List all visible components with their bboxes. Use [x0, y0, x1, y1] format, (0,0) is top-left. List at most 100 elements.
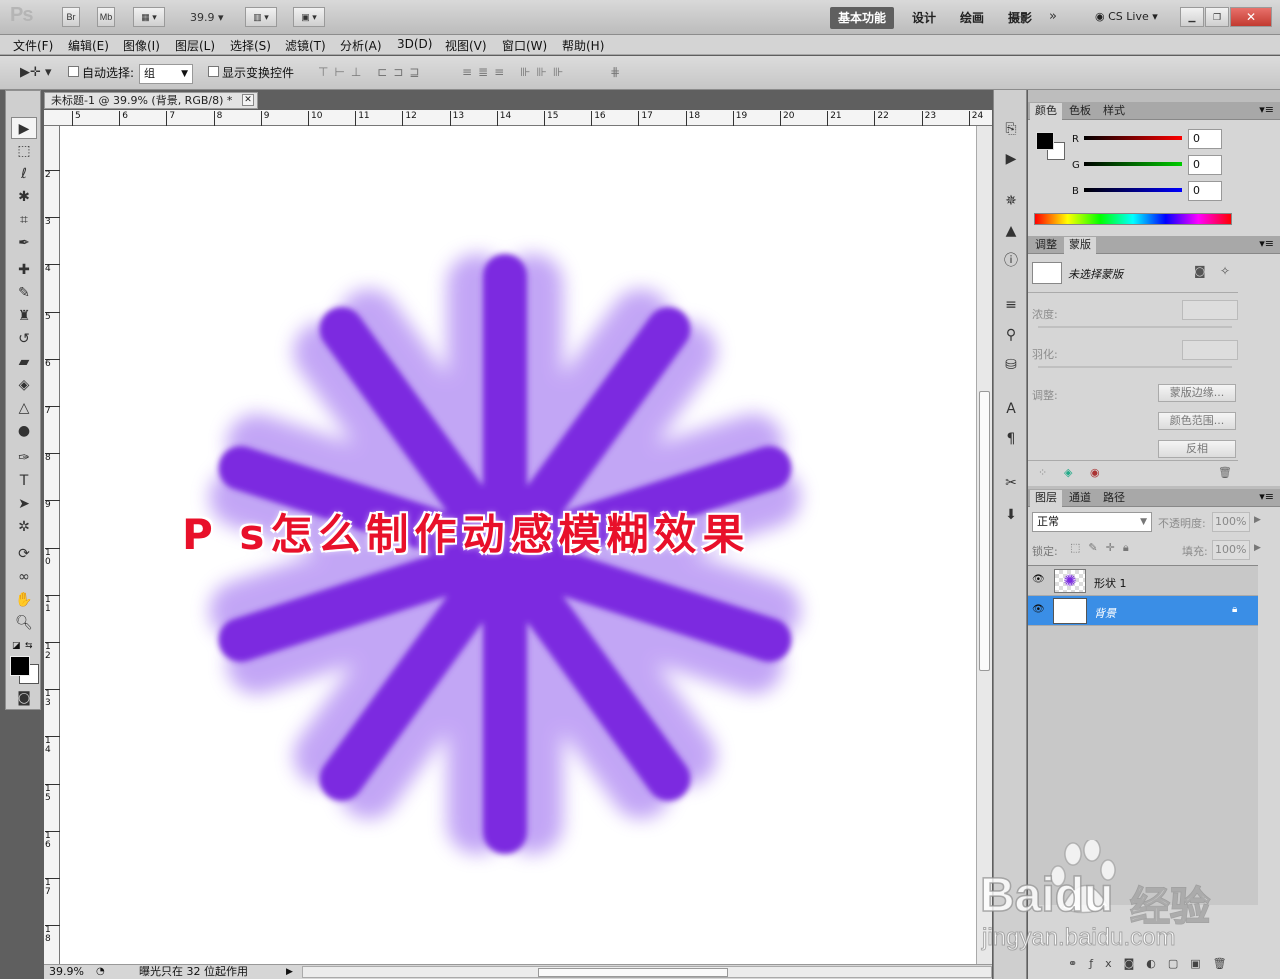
delete-mask-icon[interactable]: 🗑︎	[1218, 466, 1232, 479]
move-tool-icon[interactable]: ▶	[11, 117, 37, 139]
marquee-tool-icon[interactable]: ⬚	[11, 140, 37, 162]
menu-help[interactable]: 帮助(H)	[562, 37, 604, 54]
color-fg-swatch[interactable]	[1036, 132, 1054, 150]
menu-image[interactable]: 图像(I)	[123, 37, 160, 54]
foreground-color-swatch[interactable]	[10, 656, 30, 676]
workspace-painting[interactable]: 绘画	[952, 7, 992, 29]
vertical-ruler[interactable]: 2 3 4 5 6 7 8 9 1 0 1 1 1 2 1 3 1 4 1 5 1 6 1 7 1 8	[44, 126, 60, 964]
color-range-button[interactable]: 颜色范围...	[1158, 412, 1236, 430]
tab-channels[interactable]: 通道	[1064, 490, 1096, 507]
blur-tool-icon[interactable]: △	[11, 397, 37, 419]
menu-file[interactable]: 文件(F)	[13, 37, 53, 54]
history-icon[interactable]: ⎘	[1000, 118, 1022, 140]
document-canvas[interactable]: P s怎么制作动感模糊效果	[60, 126, 976, 964]
minibridge-button[interactable]: Mb	[97, 7, 115, 27]
vector-mask-icon[interactable]: ✧	[1220, 264, 1230, 278]
zoom-display[interactable]: 39.9 ▾	[190, 11, 224, 24]
default-colors-icon[interactable]: ◪	[12, 641, 24, 653]
vertical-scrollbar[interactable]	[976, 126, 992, 964]
menu-filter[interactable]: 滤镜(T)	[285, 37, 326, 54]
menu-edit[interactable]: 编辑(E)	[68, 37, 109, 54]
close-document-icon[interactable]: ✕	[242, 94, 254, 106]
dodge-tool-icon[interactable]: ●	[11, 420, 37, 442]
hand-tool-icon[interactable]: ✋	[11, 589, 37, 611]
layer-visibility-icon[interactable]: 👁︎	[1032, 574, 1045, 585]
document-tab[interactable]: 未标题-1 @ 39.9% (背景, RGB/8) * ✕	[44, 92, 258, 109]
invert-button[interactable]: 反相	[1158, 440, 1236, 458]
healing-brush-tool-icon[interactable]: ✚	[11, 259, 37, 281]
auto-select-checkbox[interactable]	[68, 66, 79, 77]
tab-layers[interactable]: 图层	[1030, 490, 1062, 507]
b-value[interactable]: 0	[1188, 181, 1222, 201]
restore-button[interactable]: ❐	[1205, 7, 1229, 27]
tab-paths[interactable]: 路径	[1098, 490, 1130, 507]
workspace-design[interactable]: 设计	[904, 7, 944, 29]
r-slider[interactable]	[1084, 136, 1182, 140]
workspace-photography[interactable]: 摄影	[1000, 7, 1040, 29]
bridge-button[interactable]: Br	[62, 7, 80, 27]
layer-comps-icon[interactable]: ⬇	[1000, 504, 1022, 526]
actions-icon[interactable]: ▶	[1000, 148, 1022, 170]
screen-mode-button[interactable]: ▣ ▾	[293, 7, 325, 27]
quick-select-tool-icon[interactable]: ✱	[11, 186, 37, 208]
r-value[interactable]: 0	[1188, 129, 1222, 149]
disable-mask-icon[interactable]: ◉	[1090, 466, 1100, 479]
horizontal-ruler[interactable]: 5 6 7 8 9 10 11 12 13 14 15 16 17 18 19 20 21 22 23 24	[44, 110, 992, 126]
shape-tool-icon[interactable]: ✲	[11, 516, 37, 538]
brushes-icon[interactable]: ⚲	[1000, 324, 1022, 346]
horizontal-scroll-thumb[interactable]	[538, 968, 728, 977]
tab-color[interactable]: 颜色	[1030, 103, 1062, 120]
g-slider[interactable]	[1084, 162, 1182, 166]
menu-select[interactable]: 选择(S)	[230, 37, 271, 54]
horizontal-scrollbar[interactable]	[302, 966, 992, 978]
arrange-docs-button[interactable]: ▥ ▾	[245, 7, 277, 27]
minimize-button[interactable]: ▁	[1180, 7, 1204, 27]
feather-slider[interactable]	[1038, 366, 1232, 368]
history-brush-tool-icon[interactable]: ↺	[11, 328, 37, 350]
lasso-tool-icon[interactable]: ℓ	[11, 163, 37, 185]
swap-colors-icon[interactable]: ⇆	[25, 641, 37, 653]
clone-stamp-tool-icon[interactable]: ♜	[11, 305, 37, 327]
paragraph-icon[interactable]: ¶	[1000, 428, 1022, 450]
color-panel-menu-icon[interactable]: ▾≡	[1259, 103, 1274, 116]
menu-3d[interactable]: 3D(D)	[397, 37, 432, 51]
brush-tool-icon[interactable]: ✎	[11, 282, 37, 304]
character-icon[interactable]: A	[1000, 398, 1022, 420]
menu-layer[interactable]: 图层(L)	[175, 37, 215, 54]
type-tool-icon[interactable]: T	[11, 470, 37, 492]
auto-select-dropdown[interactable]: 组 ▼	[139, 64, 193, 84]
vertical-scroll-thumb[interactable]	[979, 391, 990, 671]
apply-mask-icon[interactable]: ◈	[1064, 466, 1072, 479]
auto-align-icon[interactable]: ⋕	[610, 65, 620, 79]
tab-adjustments[interactable]: 调整	[1030, 237, 1062, 254]
b-slider[interactable]	[1084, 188, 1182, 192]
align-icons[interactable]: ⊤⊢⊥ ⊏⊐⊒	[318, 65, 425, 79]
cs-live-button[interactable]: ◉ CS Live ▾	[1095, 10, 1158, 23]
opacity-arrow-icon[interactable]: ▶	[1254, 515, 1261, 525]
quick-mask-icon[interactable]: ◙	[11, 687, 37, 709]
tab-masks[interactable]: 蒙版	[1064, 237, 1096, 254]
eraser-tool-icon[interactable]: ▰	[11, 351, 37, 373]
layers-panel-menu-icon[interactable]: ▾≡	[1259, 490, 1274, 503]
status-info-icon[interactable]: ◔	[96, 965, 105, 979]
distribute-icons[interactable]: ≡≣≡ ⊪⊪⊪	[462, 65, 569, 79]
status-zoom[interactable]: 39.9%	[49, 965, 84, 979]
move-tool-preset-icon[interactable]: ▶✛ ▾	[20, 65, 52, 80]
tab-swatches[interactable]: 色板	[1064, 103, 1096, 120]
layer-visibility-icon[interactable]: 👁︎	[1032, 604, 1045, 615]
layer-row-shape1[interactable]: 👁︎ ✺ 形状 1	[1028, 566, 1258, 596]
fill-field[interactable]: 100%	[1212, 540, 1250, 560]
histogram-icon[interactable]: ▲	[1000, 220, 1022, 242]
crop-tool-icon[interactable]: ⌗	[11, 209, 37, 231]
blend-mode-dropdown[interactable]: 正常 ▼	[1032, 512, 1152, 532]
tab-styles[interactable]: 样式	[1098, 103, 1130, 120]
workspace-essentials[interactable]: 基本功能	[830, 7, 895, 29]
3d-icon[interactable]: ✂	[1000, 472, 1022, 494]
brush-presets-icon[interactable]: ≡	[1000, 294, 1022, 316]
menu-analysis[interactable]: 分析(A)	[340, 37, 382, 54]
lock-icons[interactable]: ⬚✎✛🔒︎	[1070, 541, 1137, 555]
info-icon[interactable]: ⓘ	[1000, 250, 1022, 272]
paint-bucket-tool-icon[interactable]: ◈	[11, 374, 37, 396]
load-selection-icon[interactable]: ⁘	[1038, 466, 1047, 479]
zoom-tool-icon[interactable]: 🔍︎	[11, 612, 37, 634]
